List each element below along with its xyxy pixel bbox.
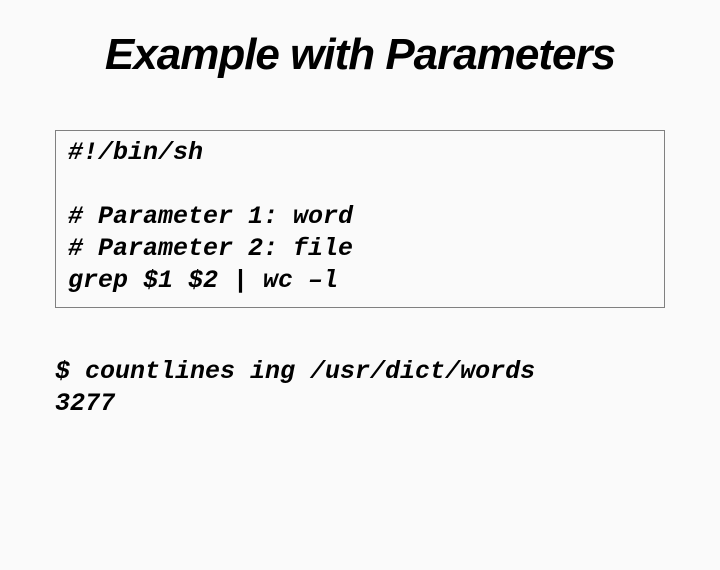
- code-blank-line: [68, 169, 652, 201]
- terminal-output: $ countlines ing /usr/dict/words 3277: [55, 356, 665, 420]
- code-line-comment-1: # Parameter 1: word: [68, 201, 652, 233]
- code-line-shebang: #!/bin/sh: [68, 137, 652, 169]
- terminal-result: 3277: [55, 388, 665, 420]
- slide-title: Example with Parameters: [0, 30, 720, 80]
- terminal-command: $ countlines ing /usr/dict/words: [55, 356, 665, 388]
- code-line-grep: grep $1 $2 | wc –l: [68, 265, 652, 297]
- script-code-box: #!/bin/sh # Parameter 1: word # Paramete…: [55, 130, 665, 308]
- code-line-comment-2: # Parameter 2: file: [68, 233, 652, 265]
